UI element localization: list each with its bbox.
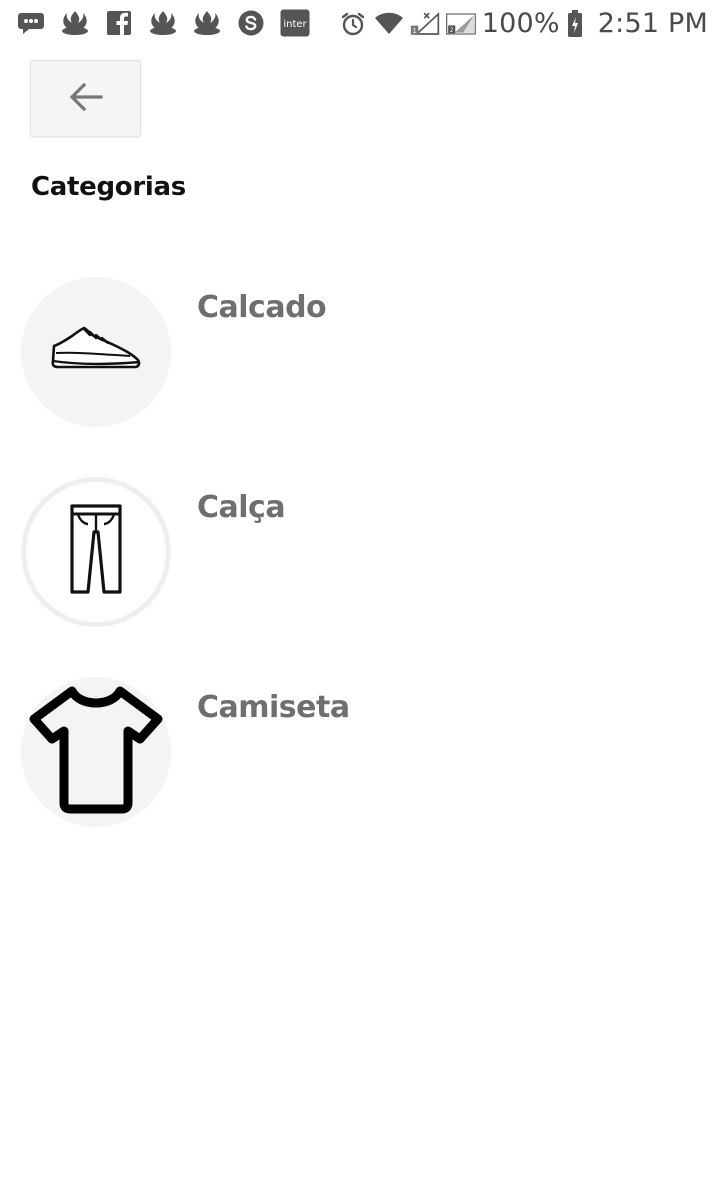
- notification-icons: inter: [16, 8, 310, 38]
- alarm-icon: [338, 9, 368, 39]
- santander-icon: [192, 8, 222, 38]
- facebook-icon: [104, 8, 134, 38]
- inter-logo-text: inter: [283, 19, 307, 30]
- back-button[interactable]: [30, 60, 141, 137]
- category-thumb: [21, 677, 171, 827]
- santander-icon: [148, 8, 178, 38]
- category-name: Camiseta: [197, 690, 350, 725]
- tshirt-icon: [26, 685, 166, 819]
- sneaker-icon: [48, 320, 144, 384]
- page-title: Categorias: [31, 172, 186, 202]
- santander-icon: [60, 8, 90, 38]
- category-item-calca[interactable]: Calça: [0, 470, 720, 670]
- category-item-calcado[interactable]: Calcado: [0, 270, 720, 470]
- category-list: Calcado Calça Camiseta: [0, 270, 720, 870]
- signal-sim1-icon: 1: [410, 9, 440, 39]
- system-icons: 1 2 100% 2:51 PM: [338, 8, 708, 40]
- clock: 2:51 PM: [597, 8, 708, 39]
- inter-icon: inter: [280, 8, 310, 38]
- svg-text:2: 2: [450, 28, 454, 34]
- battery-charging-icon: [566, 9, 584, 39]
- category-item-camiseta[interactable]: Camiseta: [0, 670, 720, 870]
- category-name: Calcado: [197, 290, 327, 325]
- category-thumb: [21, 477, 171, 627]
- arrow-left-icon: [68, 81, 104, 117]
- category-name: Calça: [197, 490, 286, 525]
- category-thumb: [21, 277, 171, 427]
- message-icon: [16, 8, 46, 38]
- skype-icon: [236, 8, 266, 38]
- svg-text:1: 1: [412, 27, 416, 35]
- wifi-icon: [374, 9, 404, 39]
- pants-icon: [68, 502, 124, 602]
- battery-percent: 100%: [481, 8, 560, 39]
- status-bar: inter 1 2 100% 2:51 PM: [0, 0, 720, 50]
- signal-sim2-icon: 2: [445, 9, 476, 39]
